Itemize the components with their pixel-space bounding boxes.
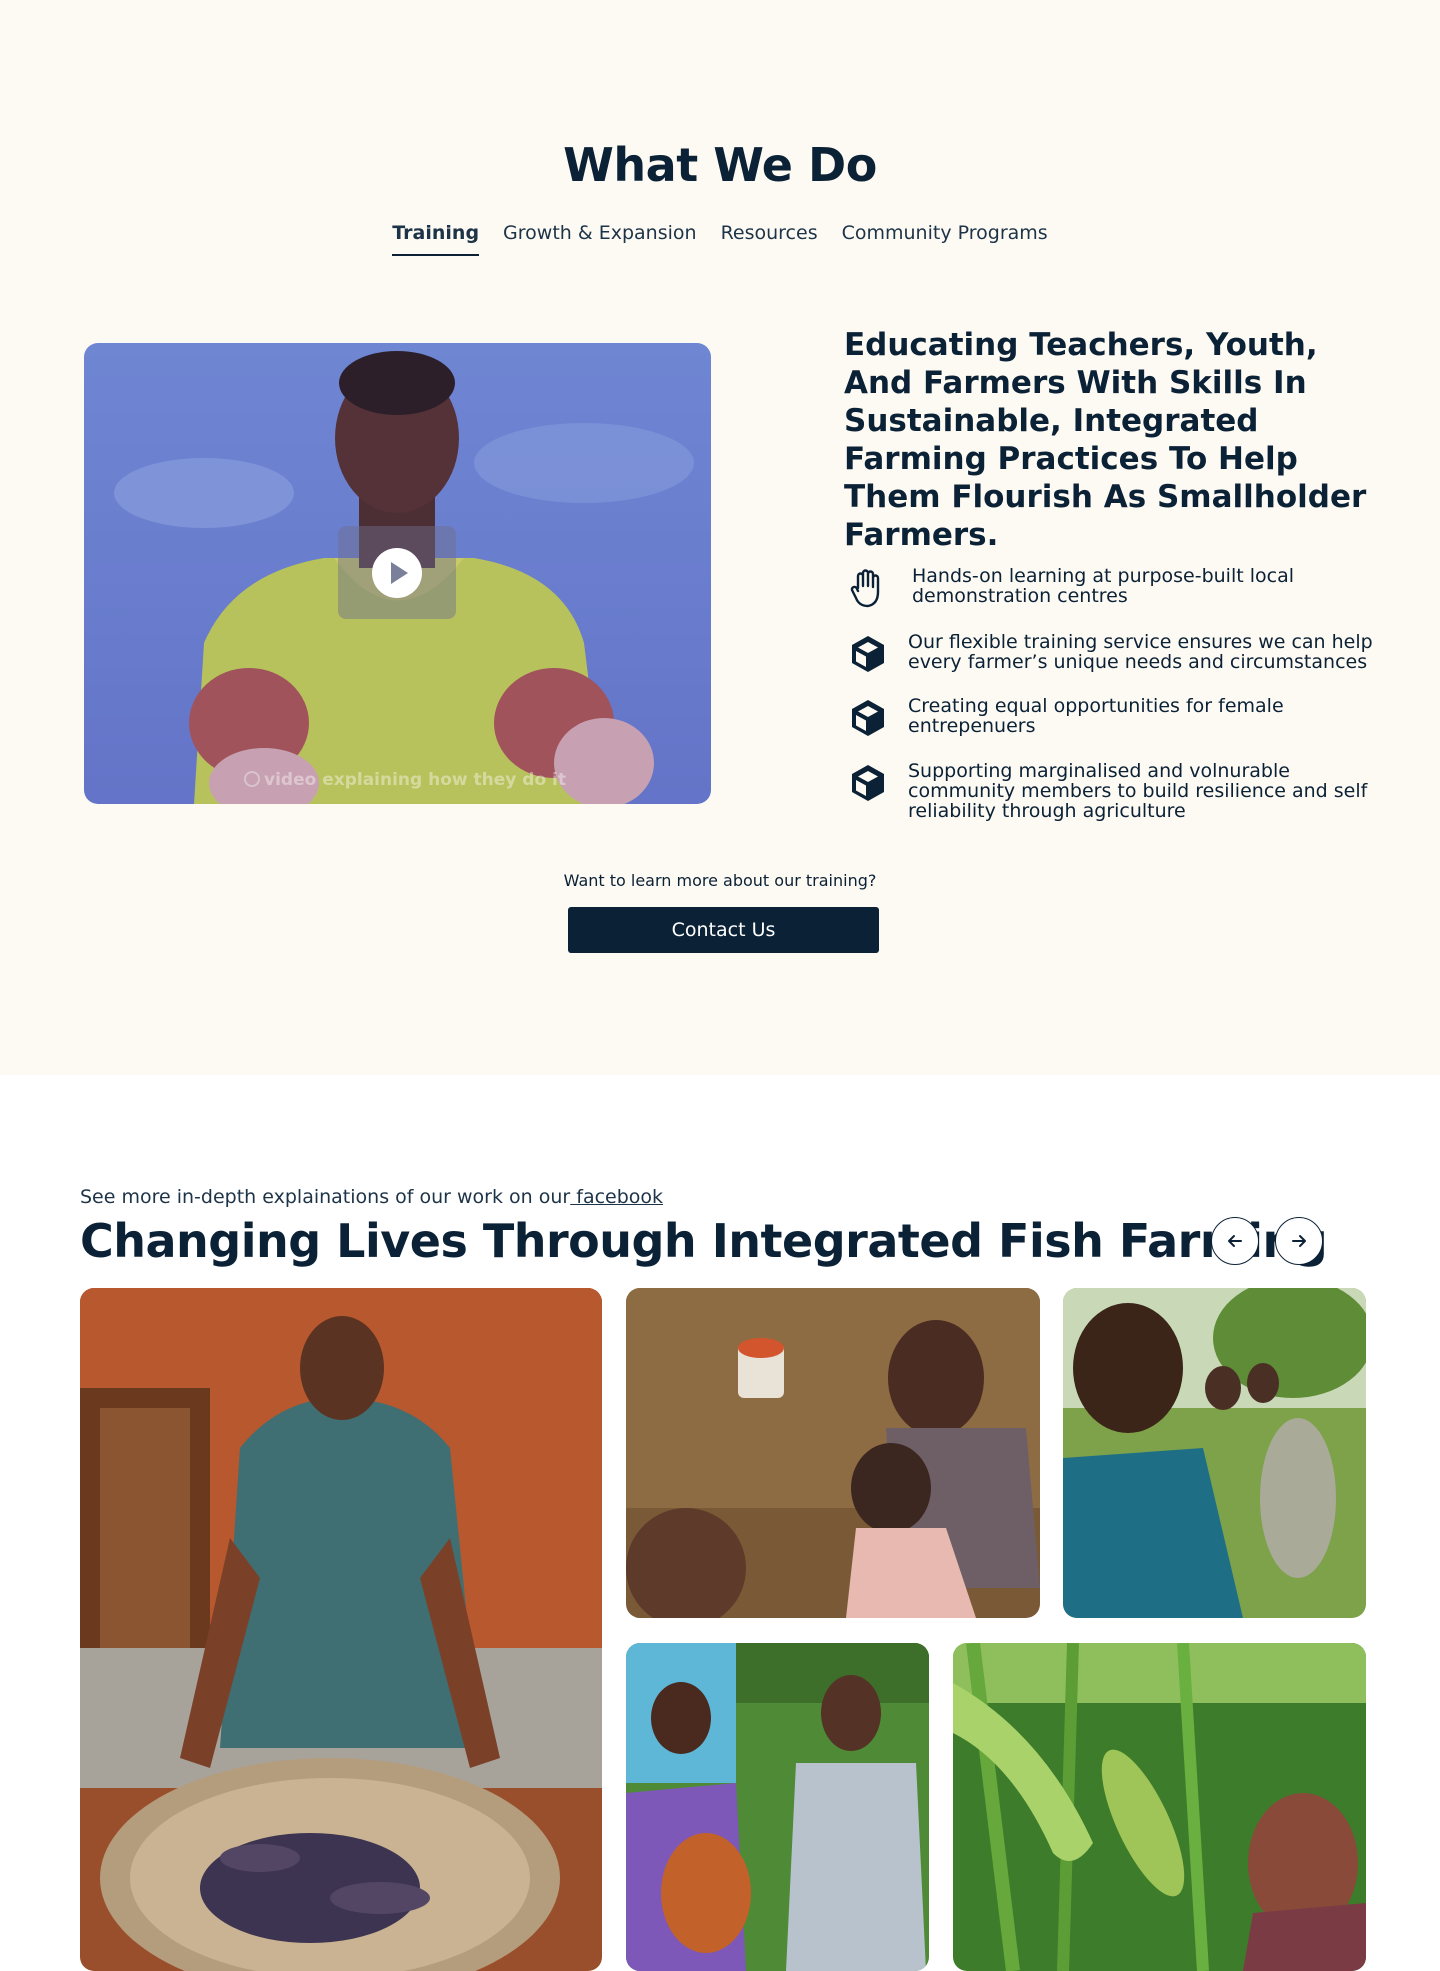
what-we-do-section: What We Do Training Growth & Expansion R…: [0, 0, 1440, 1075]
feature-item: Hands-on learning at purpose-built local…: [846, 566, 1386, 610]
gallery-photo-children-pond[interactable]: [626, 1288, 1040, 1618]
contact-us-button[interactable]: Contact Us: [568, 907, 879, 953]
video-caption: video explaining how they do it: [244, 770, 566, 790]
arrow-right-icon: [1292, 1235, 1306, 1247]
feature-text: Creating equal opportunities for female …: [908, 695, 1284, 737]
feature-item: Supporting marginalised and volnurable c…: [846, 761, 1386, 821]
tab-bar: Training Growth & Expansion Resources Co…: [0, 222, 1440, 256]
see-more-prefix: See more in-depth explainations of our w…: [80, 1186, 571, 1208]
play-button[interactable]: [338, 526, 456, 619]
gallery-photo-maize-field[interactable]: [953, 1643, 1366, 1971]
feature-item: Our flexible training service ensures we…: [846, 632, 1386, 676]
box-icon: [852, 700, 884, 736]
training-video[interactable]: video explaining how they do it: [84, 343, 711, 804]
feature-text: Supporting marginalised and volnurable c…: [908, 760, 1368, 822]
facebook-link[interactable]: facebook: [570, 1186, 663, 1208]
cta-prompt: Want to learn more about our training?: [563, 871, 877, 890]
feature-text: Our flexible training service ensures we…: [908, 631, 1373, 673]
gallery-photo-fish-fingerlings[interactable]: [80, 1288, 602, 1971]
tab-training[interactable]: Training: [392, 222, 480, 256]
gallery-photo-handshake-rooster[interactable]: [626, 1643, 929, 1971]
tab-growth-expansion[interactable]: Growth & Expansion: [503, 222, 697, 256]
arrow-left-icon: [1228, 1235, 1242, 1247]
see-more-text: See more in-depth explainations of our w…: [80, 1186, 663, 1208]
section-title: What We Do: [563, 138, 877, 192]
box-icon: [852, 636, 884, 672]
video-caption-text: video explaining how they do it: [264, 770, 566, 790]
carousel-next-button[interactable]: [1275, 1217, 1323, 1265]
changing-lives-title: Changing Lives Through Integrated Fish F…: [80, 1214, 1328, 1268]
training-headline: Educating Teachers, Youth, And Farmers W…: [844, 327, 1367, 553]
feature-item: Creating equal opportunities for female …: [846, 696, 1386, 740]
hand-icon: [850, 569, 880, 608]
tab-community-programs[interactable]: Community Programs: [842, 222, 1048, 256]
box-icon: [852, 765, 884, 801]
play-icon: [372, 547, 422, 598]
feature-text: Hands-on learning at purpose-built local…: [912, 565, 1294, 607]
gallery-photo-woman-fish[interactable]: [1063, 1288, 1366, 1618]
carousel-prev-button[interactable]: [1211, 1217, 1259, 1265]
tab-resources[interactable]: Resources: [721, 222, 818, 256]
